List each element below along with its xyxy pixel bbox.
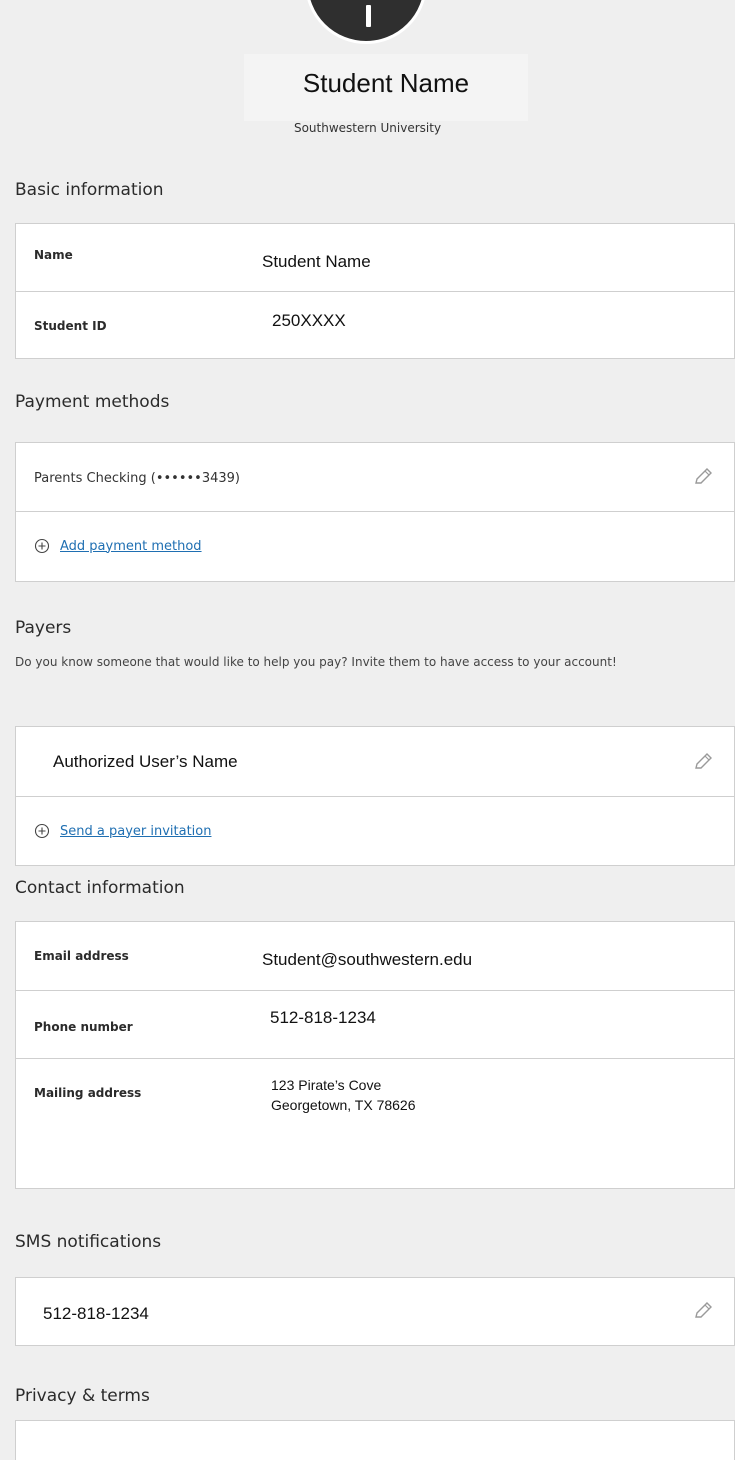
mailing-address-label: Mailing address	[34, 1086, 142, 1100]
contact-info-heading: Contact information	[15, 878, 185, 898]
profile-name: Student Name	[244, 54, 528, 121]
basic-info-row-student-id: Student ID 250XXXX	[16, 291, 734, 359]
send-payer-invitation-action[interactable]: Send a payer invitation	[34, 823, 211, 839]
payer-name: Authorized User’s Name	[53, 752, 238, 771]
privacy-heading: Privacy & terms	[15, 1386, 150, 1406]
add-payment-method-action[interactable]: Add payment method	[34, 538, 202, 554]
avatar-glyph	[366, 5, 371, 27]
privacy-card	[15, 1420, 735, 1460]
email-label: Email address	[34, 949, 129, 963]
contact-row-phone: Phone number 512-818-1234	[16, 990, 734, 1058]
pencil-icon[interactable]	[692, 1300, 714, 1322]
sms-card: 512-818-1234	[15, 1277, 735, 1346]
contact-row-email: Email address Student@southwestern.edu	[16, 922, 734, 990]
name-label: Name	[34, 248, 73, 262]
basic-info-row-name: Name Student Name	[16, 224, 734, 291]
basic-info-heading: Basic information	[15, 180, 164, 200]
pencil-icon[interactable]	[692, 466, 714, 488]
payment-methods-card: Parents Checking (••••••3439) Add paymen…	[15, 442, 735, 582]
email-value: Student@southwestern.edu	[262, 950, 473, 969]
name-value: Student Name	[262, 252, 371, 271]
add-payment-method-link[interactable]: Add payment method	[60, 539, 202, 554]
contact-row-address: Mailing address 123 Pirate’s Cove George…	[16, 1058, 734, 1189]
send-invitation-row: Send a payer invitation	[16, 796, 734, 866]
payment-methods-heading: Payment methods	[15, 392, 170, 412]
student-id-value: 250XXXX	[272, 311, 346, 330]
sms-heading: SMS notifications	[15, 1232, 162, 1252]
school-name: Southwestern University	[293, 121, 442, 135]
payer-item: Authorized User’s Name	[16, 727, 734, 796]
payment-method-item: Parents Checking (••••••3439)	[16, 443, 734, 511]
send-payer-invitation-link[interactable]: Send a payer invitation	[60, 824, 211, 839]
mailing-address-value: 123 Pirate’s Cove Georgetown, TX 78626	[271, 1075, 416, 1115]
circle-plus-icon	[34, 538, 50, 554]
basic-info-card: Name Student Name Student ID 250XXXX	[15, 223, 735, 359]
phone-label: Phone number	[34, 1020, 133, 1034]
sms-number: 512-818-1234	[43, 1304, 149, 1323]
circle-plus-icon	[34, 823, 50, 839]
payers-description: Do you know someone that would like to h…	[15, 655, 617, 669]
phone-value: 512-818-1234	[270, 1008, 376, 1027]
address-line-2: Georgetown, TX 78626	[271, 1097, 416, 1113]
payers-card: Authorized User’s Name Send a payer invi…	[15, 726, 735, 866]
pencil-icon[interactable]	[692, 751, 714, 773]
avatar	[305, 0, 427, 44]
student-id-label: Student ID	[34, 319, 107, 333]
contact-info-card: Email address Student@southwestern.edu P…	[15, 921, 735, 1189]
address-line-1: 123 Pirate’s Cove	[271, 1077, 382, 1093]
add-payment-row: Add payment method	[16, 511, 734, 582]
payment-method-label: Parents Checking (••••••3439)	[34, 471, 240, 486]
payers-heading: Payers	[15, 618, 72, 638]
